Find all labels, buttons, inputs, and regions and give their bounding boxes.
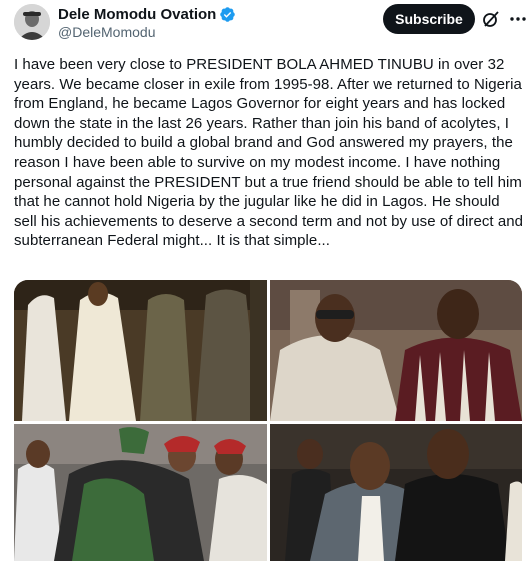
more-options-icon[interactable] — [508, 9, 528, 29]
post-body-text: I have been very close to PRESIDENT BOLA… — [14, 56, 528, 250]
grok-icon[interactable] — [481, 9, 501, 29]
photo-1[interactable] — [14, 280, 267, 421]
photo-2[interactable] — [270, 280, 522, 421]
media-grid — [14, 280, 522, 561]
author-handle[interactable]: @DeleMomodu — [58, 24, 155, 40]
post-header: Dele Momodu Ovation @DeleMomodu Subscrib… — [0, 0, 532, 50]
author-name[interactable]: Dele Momodu Ovation — [58, 6, 216, 23]
avatar[interactable] — [14, 4, 50, 40]
verified-badge-icon[interactable] — [219, 6, 236, 23]
subscribe-button[interactable]: Subscribe — [383, 4, 475, 34]
photo-4[interactable] — [270, 424, 522, 561]
author-line: Dele Momodu Ovation — [58, 4, 236, 24]
photo-3[interactable] — [14, 424, 267, 561]
